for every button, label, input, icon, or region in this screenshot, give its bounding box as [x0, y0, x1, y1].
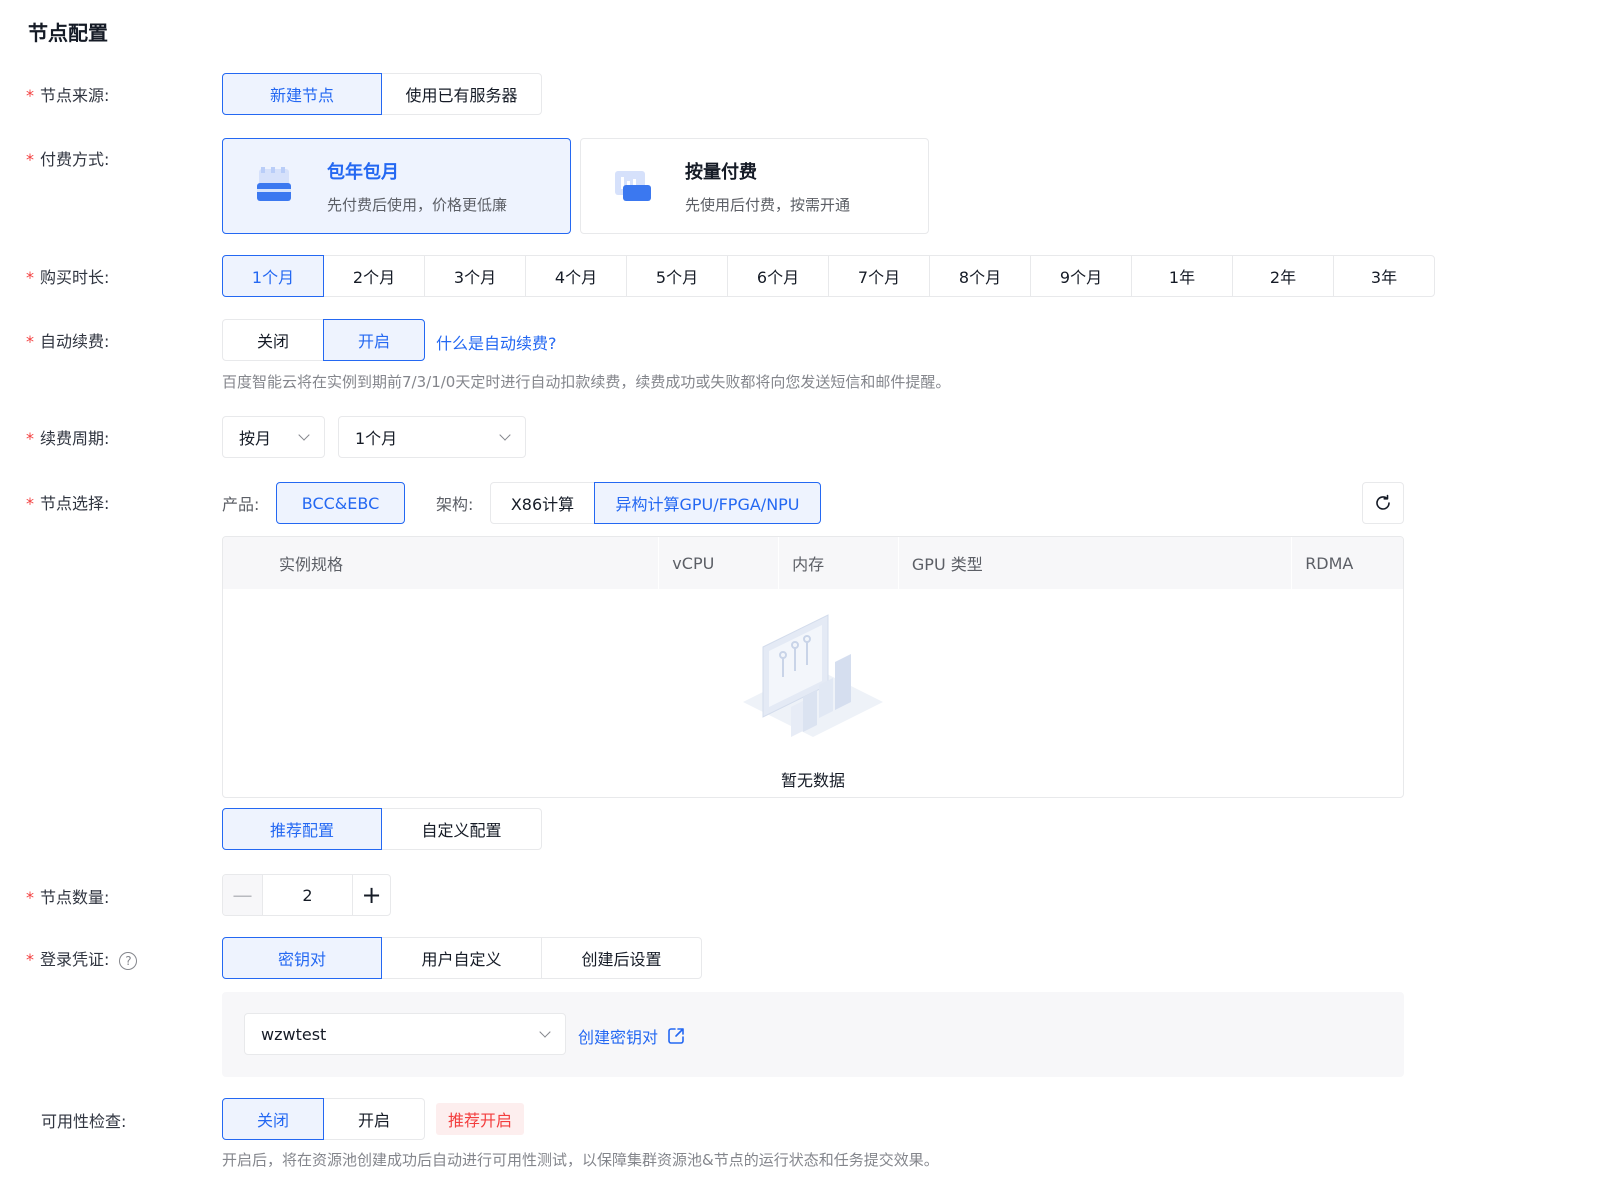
custom-config-option[interactable]: 自定义配置 [381, 808, 542, 850]
login-after-create-option[interactable]: 创建后设置 [541, 937, 702, 979]
login-label-text: 登录凭证: [40, 950, 110, 969]
arch-x86-option[interactable]: X86计算 [490, 482, 595, 524]
required-mark: * [26, 950, 34, 969]
empty-state: 暂无数据 [223, 607, 1403, 790]
auto-renew-on-option[interactable]: 开启 [323, 319, 425, 361]
duration-label-text: 购买时长: [40, 268, 110, 287]
column-header-gpu-type: GPU 类型 [897, 537, 1291, 589]
duration-option[interactable]: 8个月 [929, 255, 1031, 297]
usage-chart-icon [611, 163, 657, 209]
required-mark: * [26, 888, 34, 907]
duration-option[interactable]: 9个月 [1030, 255, 1132, 297]
create-keypair-link[interactable]: 创建密钥对 [578, 1024, 686, 1048]
renew-period-value: 1个月 [355, 429, 398, 448]
refresh-button[interactable] [1362, 482, 1404, 524]
node-source-label: * 节点来源: [26, 82, 109, 106]
help-icon[interactable]: ? [119, 951, 138, 970]
keypair-select[interactable]: wzwtest [244, 1013, 566, 1055]
decrement-button[interactable]: — [223, 875, 263, 915]
node-source-new-option[interactable]: 新建节点 [222, 73, 382, 115]
duration-label: * 购买时长: [26, 264, 109, 288]
payment-card-desc: 先付费后使用，价格更低廉 [327, 195, 508, 214]
duration-option[interactable]: 6个月 [727, 255, 829, 297]
column-header-spec: 实例规格 [279, 555, 344, 574]
chevron-down-icon [298, 429, 310, 441]
refresh-icon [1376, 494, 1390, 510]
column-header-rdma: RDMA [1291, 537, 1403, 589]
auto-renew-help-link[interactable]: 什么是自动续费? [436, 330, 557, 354]
instance-spec-table: 实例规格 vCPU 内存 GPU 类型 RDMA 暂无数据 [222, 536, 1404, 798]
auto-renew-label-text: 自动续费: [40, 332, 110, 351]
keypair-value: wzwtest [261, 1024, 327, 1044]
duration-option[interactable]: 4个月 [525, 255, 627, 297]
node-select-label: * 节点选择: [26, 490, 109, 514]
payment-card-prepaid[interactable]: 包年包月 先付费后使用，价格更低廉 [222, 138, 571, 234]
required-mark: * [26, 332, 34, 351]
node-source-label-text: 节点来源: [40, 86, 110, 105]
payment-label-text: 付费方式: [40, 150, 110, 169]
column-header-vcpu: vCPU [658, 537, 778, 589]
empty-state-text: 暂无数据 [780, 771, 845, 790]
recommend-badge: 推荐开启 [436, 1103, 525, 1135]
duration-options: 1个月 2个月 3个月 4个月 5个月 6个月 7个月 8个月 9个月 1年 2… [222, 255, 1435, 297]
health-check-label: 可用性检查: [41, 1112, 127, 1131]
arch-heterogeneous-option[interactable]: 异构计算GPU/FPGA/NPU [594, 482, 821, 524]
payment-card-title: 按量付费 [685, 161, 757, 183]
chevron-down-icon [539, 1026, 551, 1038]
auto-renew-label: * 自动续费: [26, 328, 109, 352]
renew-cycle-label-text: 续费周期: [40, 429, 110, 448]
arch-label: 架构: [436, 495, 474, 514]
payment-card-postpaid[interactable]: 按量付费 先使用后付费，按需开通 [580, 138, 929, 234]
node-count-value[interactable]: 2 [263, 875, 352, 915]
node-source-existing-option[interactable]: 使用已有服务器 [381, 73, 542, 115]
required-mark: * [26, 429, 34, 448]
renew-unit-select[interactable]: 按月 [222, 416, 325, 458]
required-mark: * [26, 268, 34, 287]
payment-card-desc: 先使用后付费，按需开通 [685, 195, 851, 214]
login-keypair-option[interactable]: 密钥对 [222, 937, 382, 979]
node-count-stepper: — 2 + [222, 874, 391, 916]
node-count-label: * 节点数量: [26, 884, 109, 908]
keypair-panel: wzwtest 创建密钥对 [222, 992, 1404, 1077]
required-mark: * [26, 494, 34, 513]
section-title: 节点配置 [28, 21, 108, 45]
table-header: 实例规格 vCPU 内存 GPU 类型 RDMA [223, 537, 1403, 589]
duration-option[interactable]: 3个月 [424, 255, 526, 297]
health-check-hint: 开启后，将在资源池创建成功后自动进行可用性测试，以保障集群资源池&节点的运行状态… [222, 1151, 939, 1169]
required-mark: * [26, 150, 34, 169]
duration-option[interactable]: 1个月 [222, 255, 324, 297]
node-select-label-text: 节点选择: [40, 494, 110, 513]
duration-option[interactable]: 1年 [1131, 255, 1233, 297]
payment-label: * 付费方式: [26, 146, 109, 170]
required-mark: * [26, 86, 34, 105]
create-keypair-link-text: 创建密钥对 [578, 1028, 659, 1047]
recommended-config-option[interactable]: 推荐配置 [222, 808, 382, 850]
node-count-label-text: 节点数量: [40, 888, 110, 907]
product-bcc-ebc-option[interactable]: BCC&EBC [276, 482, 405, 524]
calendar-card-icon [253, 163, 299, 209]
increment-button[interactable]: + [352, 875, 390, 915]
auto-renew-hint: 百度智能云将在实例到期前7/3/1/0天定时进行自动扣款续费，续费成功或失败都将… [222, 373, 951, 391]
health-check-off-option[interactable]: 关闭 [222, 1098, 324, 1140]
duration-option[interactable]: 7个月 [828, 255, 930, 297]
duration-option[interactable]: 2年 [1232, 255, 1334, 297]
duration-option[interactable]: 2个月 [323, 255, 425, 297]
auto-renew-off-option[interactable]: 关闭 [222, 319, 324, 361]
renew-cycle-label: * 续费周期: [26, 425, 109, 449]
column-header-memory: 内存 [778, 537, 898, 589]
empty-data-illustration-icon [743, 614, 883, 737]
product-label: 产品: [222, 495, 260, 514]
duration-option[interactable]: 5个月 [626, 255, 728, 297]
chevron-down-icon [499, 429, 511, 441]
renew-unit-value: 按月 [239, 429, 272, 448]
login-custom-option[interactable]: 用户自定义 [381, 937, 542, 979]
health-check-on-option[interactable]: 开启 [323, 1098, 425, 1140]
duration-option[interactable]: 3年 [1333, 255, 1435, 297]
external-link-icon [668, 1028, 684, 1044]
login-label: * 登录凭证:? [26, 946, 138, 970]
payment-card-title: 包年包月 [327, 161, 399, 183]
renew-period-select[interactable]: 1个月 [338, 416, 526, 458]
